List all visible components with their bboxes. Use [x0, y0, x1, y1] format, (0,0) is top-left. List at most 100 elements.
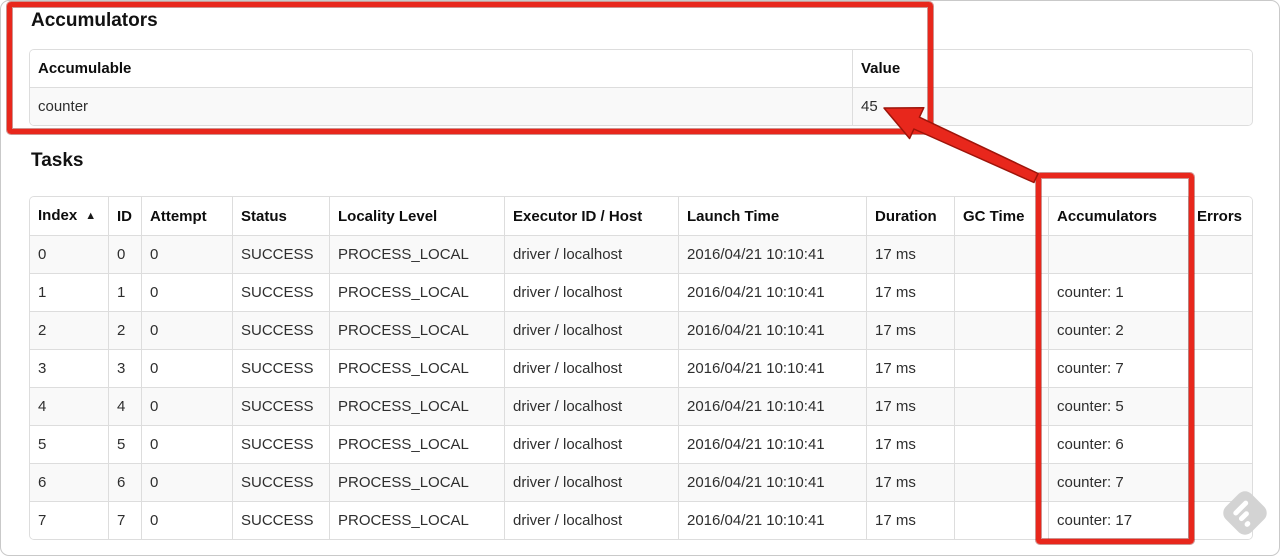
column-header-label: Duration [875, 207, 937, 225]
cell-duration: 17 ms [866, 501, 954, 539]
cell-id: 6 [108, 463, 141, 501]
cell-duration: 17 ms [866, 349, 954, 387]
page-frame: Accumulators Accumulable Value counter 45 … [0, 0, 1280, 556]
cell-id: 7 [108, 501, 141, 539]
cell-attempt: 0 [141, 235, 232, 273]
column-header-duration[interactable]: Duration [866, 197, 954, 235]
cell-id: 4 [108, 387, 141, 425]
cell-executor-id-host: driver / localhost [504, 425, 678, 463]
column-header-errors[interactable]: Errors [1188, 197, 1252, 235]
column-header-label: Status [241, 207, 287, 225]
cell-id: 3 [108, 349, 141, 387]
cell-duration: 17 ms [866, 235, 954, 273]
cell-accumulators: counter: 7 [1048, 463, 1188, 501]
column-header-accumulators[interactable]: Accumulators [1048, 197, 1188, 235]
cell-status: SUCCESS [232, 273, 329, 311]
task-row: 5 5 0 SUCCESS PROCESS_LOCAL driver / localhos… [30, 425, 1252, 463]
cell-executor-id-host: driver / localhost [504, 463, 678, 501]
cell-locality-level: PROCESS_LOCAL [329, 273, 504, 311]
tasks-table-body: 0 0 0 SUCCESS PROCESS_LOCAL driver / localhos… [30, 235, 1252, 539]
cell-index: 5 [30, 425, 108, 463]
column-header-label: Launch Time [687, 207, 780, 225]
cell-launch-time: 2016/04/21 10:10:41 [678, 235, 866, 273]
cell-gc-time [954, 273, 1048, 311]
cell-id: 1 [108, 273, 141, 311]
cell-errors [1188, 387, 1252, 425]
cell-gc-time [954, 501, 1048, 539]
cell-attempt: 0 [141, 311, 232, 349]
cell-executor-id-host: driver / localhost [504, 387, 678, 425]
cell-launch-time: 2016/04/21 10:10:41 [678, 273, 866, 311]
task-row: 2 2 0 SUCCESS PROCESS_LOCAL driver / localhos… [30, 311, 1252, 349]
cell-gc-time [954, 463, 1048, 501]
tasks-header-row: Index ▲ ID Attempt Status Locality Level Execu… [30, 197, 1252, 235]
cell-accumulators: counter: 5 [1048, 387, 1188, 425]
column-header-label: Index [38, 207, 78, 224]
cell-gc-time [954, 235, 1048, 273]
tasks-section-title: Tasks [31, 150, 84, 171]
cell-attempt: 0 [141, 463, 232, 501]
task-row: 6 6 0 SUCCESS PROCESS_LOCAL driver / localhos… [30, 463, 1252, 501]
cell-accumulators: counter: 2 [1048, 311, 1188, 349]
column-header-accumulable[interactable]: Accumulable [30, 50, 852, 87]
column-header-status[interactable]: Status [232, 197, 329, 235]
cell-accumulators: counter: 7 [1048, 349, 1188, 387]
cell-locality-level: PROCESS_LOCAL [329, 311, 504, 349]
column-header-locality-level[interactable]: Locality Level [329, 197, 504, 235]
cell-launch-time: 2016/04/21 10:10:41 [678, 349, 866, 387]
cell-index: 0 [30, 235, 108, 273]
cell-executor-id-host: driver / localhost [504, 501, 678, 539]
accumulators-table: Accumulable Value counter 45 [29, 49, 1253, 126]
cell-duration: 17 ms [866, 273, 954, 311]
cell-locality-level: PROCESS_LOCAL [329, 463, 504, 501]
cell-status: SUCCESS [232, 349, 329, 387]
cell-duration: 17 ms [866, 463, 954, 501]
cell-gc-time [954, 311, 1048, 349]
cell-launch-time: 2016/04/21 10:10:41 [678, 311, 866, 349]
cell-gc-time [954, 349, 1048, 387]
column-header-attempt[interactable]: Attempt [141, 197, 232, 235]
cell-index: 4 [30, 387, 108, 425]
column-header-label: Locality Level [338, 207, 438, 225]
cell-attempt: 0 [141, 387, 232, 425]
sort-ascending-icon: ▲ [85, 210, 97, 222]
cell-status: SUCCESS [232, 311, 329, 349]
cell-attempt: 0 [141, 273, 232, 311]
accumulators-section-title: Accumulators [31, 10, 158, 31]
column-header-gc-time[interactable]: GC Time [954, 197, 1048, 235]
column-header-index[interactable]: Index ▲ [30, 197, 108, 235]
cell-accumulators: counter: 17 [1048, 501, 1188, 539]
cell-duration: 17 ms [866, 387, 954, 425]
cell-executor-id-host: driver / localhost [504, 311, 678, 349]
task-row: 3 3 0 SUCCESS PROCESS_LOCAL driver / localhos… [30, 349, 1252, 387]
cell-duration: 17 ms [866, 425, 954, 463]
cell-status: SUCCESS [232, 235, 329, 273]
cell-launch-time: 2016/04/21 10:10:41 [678, 425, 866, 463]
cell-executor-id-host: driver / localhost [504, 235, 678, 273]
cell-errors [1188, 311, 1252, 349]
cell-index: 3 [30, 349, 108, 387]
cell-launch-time: 2016/04/21 10:10:41 [678, 501, 866, 539]
column-header-label: Accumulators [1057, 207, 1158, 225]
cell-errors [1188, 235, 1252, 273]
column-header-label: GC Time [963, 207, 1025, 225]
accumulator-row: counter 45 [30, 87, 1252, 125]
cell-attempt: 0 [141, 425, 232, 463]
cell-accumulators: counter: 6 [1048, 425, 1188, 463]
tasks-table: Index ▲ ID Attempt Status Locality Level Execu… [29, 196, 1253, 540]
cell-gc-time [954, 425, 1048, 463]
column-header-value[interactable]: Value [852, 50, 1252, 87]
cell-id: 2 [108, 311, 141, 349]
column-header-executor-id-host[interactable]: Executor ID / Host [504, 197, 678, 235]
cell-duration: 17 ms [866, 311, 954, 349]
cell-locality-level: PROCESS_LOCAL [329, 501, 504, 539]
column-header-launch-time[interactable]: Launch Time [678, 197, 866, 235]
column-header-label: Accumulable [38, 60, 132, 77]
cell-accumulable: counter [30, 87, 852, 125]
task-row: 4 4 0 SUCCESS PROCESS_LOCAL driver / localhos… [30, 387, 1252, 425]
column-header-label: Value [861, 60, 901, 77]
cell-id: 0 [108, 235, 141, 273]
cell-locality-level: PROCESS_LOCAL [329, 349, 504, 387]
column-header-id[interactable]: ID [108, 197, 141, 235]
cell-errors [1188, 349, 1252, 387]
